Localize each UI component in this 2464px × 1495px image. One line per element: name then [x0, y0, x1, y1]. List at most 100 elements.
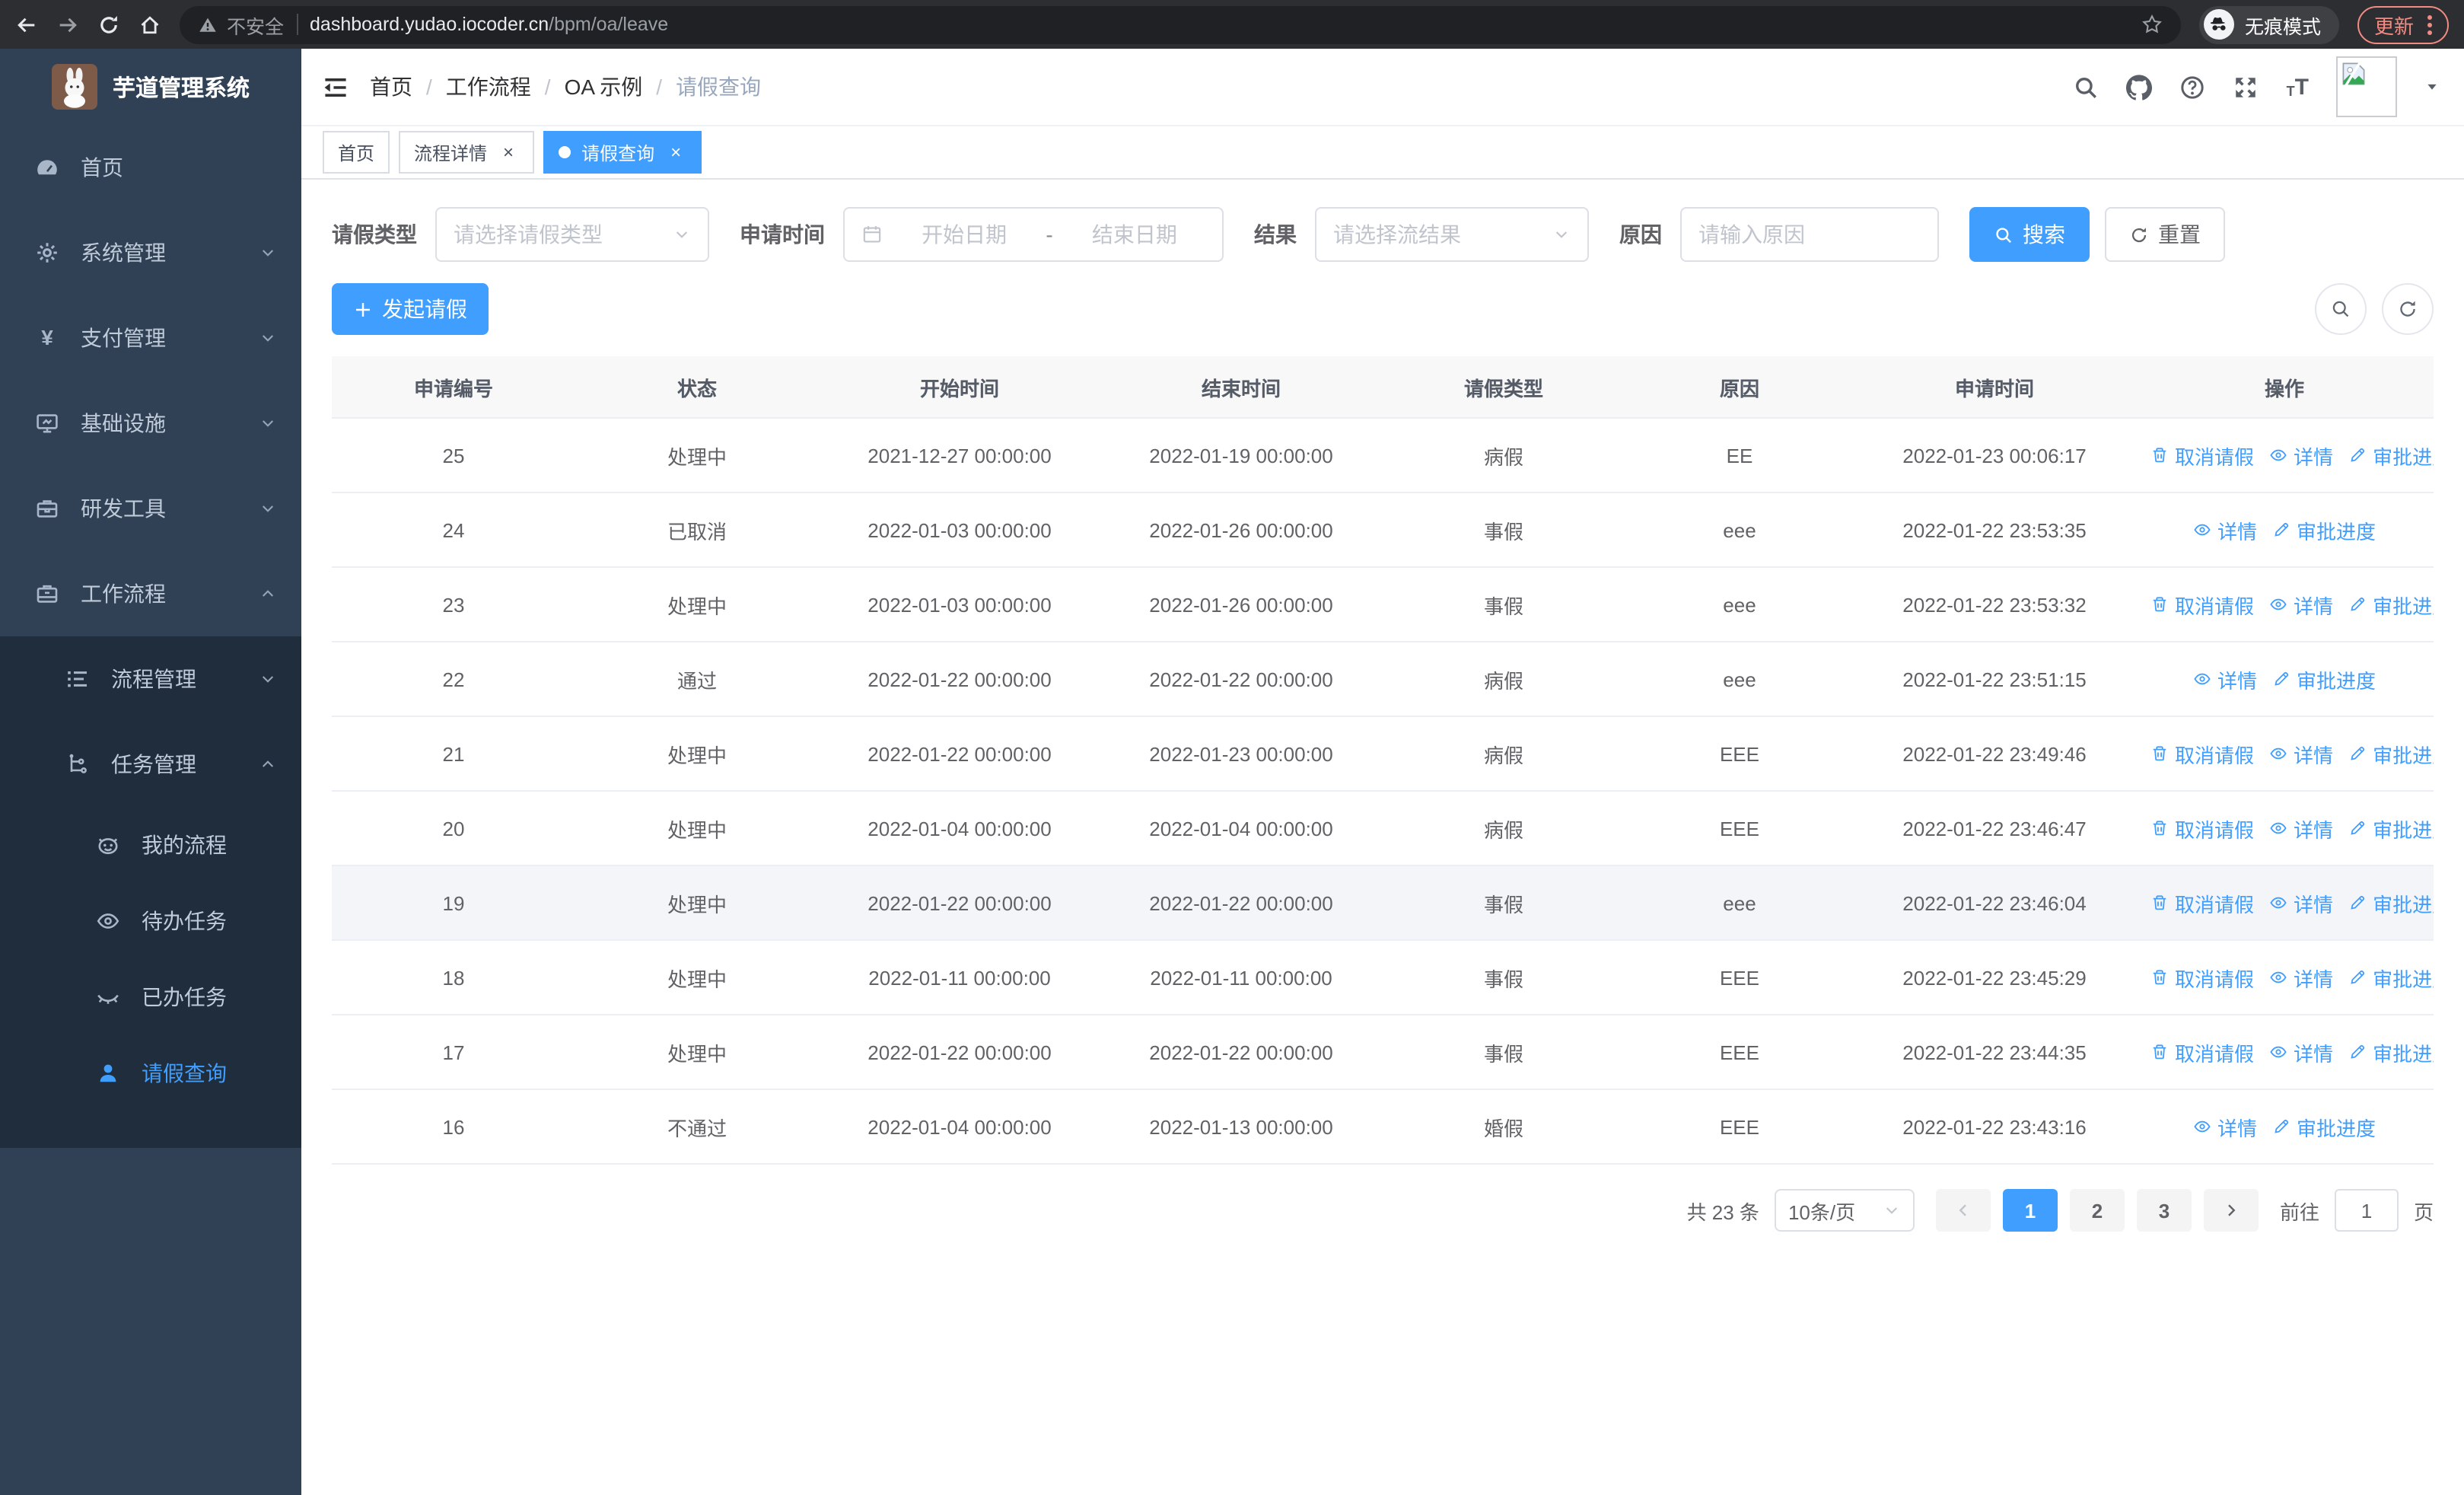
- hamburger-icon[interactable]: [323, 74, 349, 100]
- detail-link[interactable]: 详情: [2269, 441, 2333, 470]
- cell-end: 2022-01-22 00:00:00: [1100, 642, 1382, 717]
- sidebar-item-3[interactable]: 基础设施: [0, 381, 301, 466]
- progress-link[interactable]: 审批进度: [2348, 441, 2434, 470]
- sidebar-item-7[interactable]: 任务管理: [0, 722, 301, 807]
- table-row[interactable]: 24 已取消 2022-01-03 00:00:00 2022-01-26 00:00…: [332, 492, 2434, 568]
- sidebar-item-5[interactable]: 工作流程: [0, 551, 301, 636]
- progress-link[interactable]: 审批进度: [2348, 739, 2434, 768]
- cancel-link[interactable]: 取消请假: [2150, 441, 2254, 470]
- cancel-link[interactable]: 取消请假: [2150, 739, 2254, 768]
- table-row[interactable]: 19 处理中 2022-01-22 00:00:00 2022-01-22 00:00…: [332, 865, 2434, 941]
- sidebar-item-10[interactable]: 已办任务: [0, 959, 301, 1035]
- detail-link[interactable]: 详情: [2269, 1038, 2333, 1066]
- progress-link[interactable]: 审批进度: [2348, 963, 2434, 992]
- progress-link[interactable]: 审批进度: [2272, 665, 2376, 693]
- view-icon: [2269, 819, 2287, 837]
- table-row[interactable]: 22 通过 2022-01-22 00:00:00 2022-01-22 00:00:…: [332, 642, 2434, 717]
- detail-link[interactable]: 详情: [2193, 665, 2257, 693]
- sidebar-item-11[interactable]: 请假查询: [0, 1035, 301, 1111]
- sidebar-item-8[interactable]: 我的流程: [0, 807, 301, 883]
- home-icon[interactable]: [138, 13, 161, 36]
- sidebar-item-2[interactable]: ¥ 支付管理: [0, 295, 301, 381]
- tag-2[interactable]: 请假查询 ×: [543, 131, 702, 174]
- reason-input[interactable]: [1680, 207, 1939, 262]
- table-row[interactable]: 21 处理中 2022-01-22 00:00:00 2022-01-23 00:00…: [332, 716, 2434, 792]
- progress-link[interactable]: 审批进度: [2348, 888, 2434, 917]
- action-label: 审批进度: [2373, 967, 2434, 990]
- detail-link[interactable]: 详情: [2193, 515, 2257, 544]
- logo[interactable]: 芋道管理系统: [0, 49, 301, 125]
- address-bar[interactable]: 不安全 dashboard.yudao.iocoder.cn/bpm/oa/le…: [180, 5, 2181, 43]
- cell-id: 19: [332, 865, 575, 941]
- chevron-down-icon: [259, 244, 277, 262]
- cancel-link[interactable]: 取消请假: [2150, 963, 2254, 992]
- detail-link[interactable]: 详情: [2269, 963, 2333, 992]
- sidebar-item-4[interactable]: 研发工具: [0, 466, 301, 551]
- page-button-1[interactable]: 1: [2002, 1189, 2058, 1232]
- breadcrumb-item[interactable]: 首页: [370, 72, 412, 102]
- cancel-link[interactable]: 取消请假: [2150, 590, 2254, 619]
- search-button[interactable]: 搜索: [1969, 207, 2090, 262]
- cancel-link[interactable]: 取消请假: [2150, 888, 2254, 917]
- close-icon[interactable]: ×: [665, 142, 686, 163]
- leave-type-select[interactable]: 请选择请假类型: [435, 207, 709, 262]
- create-leave-button[interactable]: 发起请假: [332, 283, 489, 335]
- progress-link[interactable]: 审批进度: [2348, 814, 2434, 843]
- page-size-select[interactable]: 10条/页: [1774, 1189, 1915, 1232]
- detail-link[interactable]: 详情: [2269, 590, 2333, 619]
- tag-1[interactable]: 流程详情 ×: [399, 131, 535, 174]
- cancel-link[interactable]: 取消请假: [2150, 1038, 2254, 1066]
- bookmark-star-icon[interactable]: [2141, 14, 2163, 35]
- update-button[interactable]: 更新: [2357, 5, 2449, 43]
- help-icon[interactable]: [2180, 74, 2206, 100]
- page-button-3[interactable]: 3: [2136, 1189, 2192, 1232]
- table-row[interactable]: 17 处理中 2022-01-22 00:00:00 2022-01-22 00:00…: [332, 1015, 2434, 1090]
- refresh-table-button[interactable]: [2382, 283, 2434, 335]
- prev-page-button[interactable]: [1935, 1189, 1991, 1232]
- table-row[interactable]: 23 处理中 2022-01-03 00:00:00 2022-01-26 00:00…: [332, 567, 2434, 642]
- detail-link[interactable]: 详情: [2269, 814, 2333, 843]
- detail-link[interactable]: 详情: [2269, 739, 2333, 768]
- goto-page-input[interactable]: [2334, 1189, 2399, 1232]
- fullscreen-icon[interactable]: [2233, 74, 2259, 100]
- result-select[interactable]: 请选择流结果: [1315, 207, 1589, 262]
- next-page-button[interactable]: [2203, 1189, 2259, 1232]
- dashboard-icon: [33, 155, 61, 180]
- detail-link[interactable]: 详情: [2193, 1112, 2257, 1141]
- progress-link[interactable]: 审批进度: [2272, 515, 2376, 544]
- table-row[interactable]: 25 处理中 2021-12-27 00:00:00 2022-01-19 00:00…: [332, 418, 2434, 493]
- search-icon[interactable]: [2074, 74, 2099, 100]
- security-chip[interactable]: 不安全: [198, 10, 284, 39]
- page-button-2[interactable]: 2: [2069, 1189, 2125, 1232]
- avatar[interactable]: [2336, 56, 2397, 117]
- breadcrumb-item[interactable]: 工作流程: [446, 72, 531, 102]
- progress-link[interactable]: 审批进度: [2348, 1038, 2434, 1066]
- detail-link[interactable]: 详情: [2269, 888, 2333, 917]
- progress-link[interactable]: 审批进度: [2348, 590, 2434, 619]
- cell-type: 事假: [1382, 1015, 1625, 1090]
- font-size-icon[interactable]: TT: [2287, 75, 2309, 98]
- reload-icon[interactable]: [97, 13, 120, 36]
- sidebar-item-9[interactable]: 待办任务: [0, 883, 301, 959]
- reset-button[interactable]: 重置: [2105, 207, 2225, 262]
- breadcrumb-item[interactable]: OA 示例: [565, 72, 643, 102]
- toggle-search-button[interactable]: [2315, 283, 2367, 335]
- sidebar-item-0[interactable]: 首页: [0, 125, 301, 210]
- back-icon[interactable]: [15, 13, 38, 36]
- sidebar-item-6[interactable]: 流程管理: [0, 636, 301, 722]
- column-header: 申请编号: [332, 356, 575, 419]
- caret-down-icon[interactable]: [2424, 79, 2440, 94]
- date-range-input[interactable]: 开始日期 - 结束日期: [843, 207, 1224, 262]
- tag-0[interactable]: 首页: [323, 131, 390, 174]
- forward-icon[interactable]: [56, 13, 79, 36]
- table-row[interactable]: 18 处理中 2022-01-11 00:00:00 2022-01-11 00:00…: [332, 940, 2434, 1015]
- sidebar-item-1[interactable]: 系统管理: [0, 210, 301, 295]
- close-icon[interactable]: ×: [498, 142, 519, 163]
- table-row[interactable]: 16 不通过 2022-01-04 00:00:00 2022-01-13 00:00…: [332, 1089, 2434, 1165]
- more-menu-icon[interactable]: [2427, 14, 2432, 34]
- cell-status: 不通过: [575, 1089, 819, 1165]
- github-icon[interactable]: [2126, 74, 2153, 100]
- table-row[interactable]: 20 处理中 2022-01-04 00:00:00 2022-01-04 00:00…: [332, 791, 2434, 866]
- cancel-link[interactable]: 取消请假: [2150, 814, 2254, 843]
- progress-link[interactable]: 审批进度: [2272, 1112, 2376, 1141]
